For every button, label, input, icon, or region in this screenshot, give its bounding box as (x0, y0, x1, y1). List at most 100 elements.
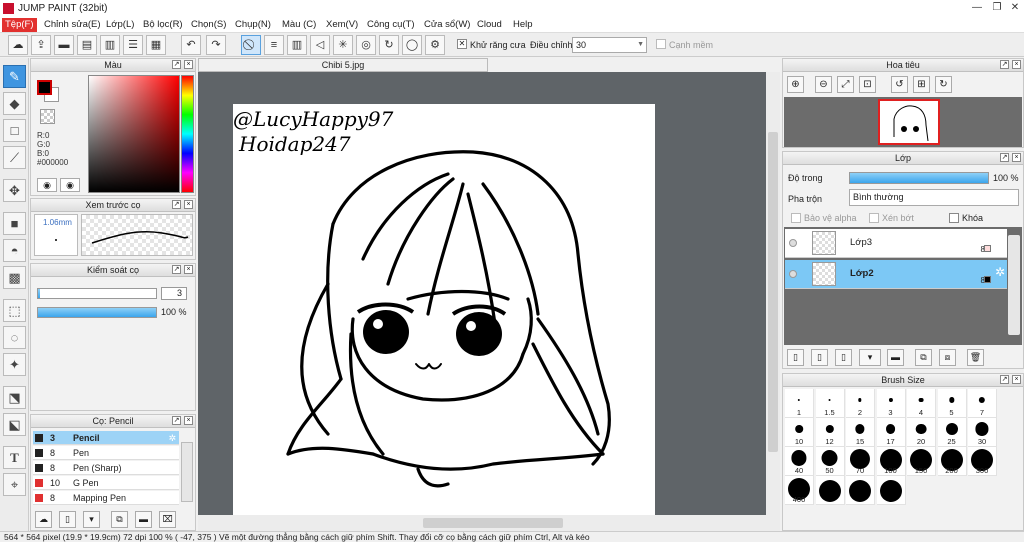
navigator-view[interactable] (784, 97, 1022, 147)
brush-size-cell[interactable]: 15 (846, 418, 875, 447)
document-icon[interactable]: ▥ (100, 35, 120, 55)
rotate-reset-icon[interactable]: ⊞ (913, 76, 930, 93)
brush-item[interactable]: 8 Pen (33, 446, 179, 460)
brush-size-cell[interactable]: 20 (907, 418, 936, 447)
menu-file[interactable]: Tệp(F) (2, 18, 37, 32)
share-icon[interactable]: ⇪ (31, 35, 51, 55)
brush-size-cell[interactable]: 3 (876, 389, 906, 418)
menu-edit[interactable]: Chỉnh sửa(E) (41, 18, 104, 32)
brush-copy-icon[interactable]: ⧉ (111, 511, 128, 528)
brush-size-cell[interactable]: 2 (846, 389, 875, 418)
brush-size-cell[interactable]: 17 (876, 418, 906, 447)
delete-layer-icon[interactable]: 🗑 (967, 349, 984, 366)
transparent-color-swatch[interactable] (40, 109, 55, 124)
undo-icon[interactable]: ↶ (181, 35, 201, 55)
brush-size-cell[interactable]: 1 (785, 389, 814, 418)
zoom-out-icon[interactable]: ⊖ (815, 76, 832, 93)
brush-size-cell[interactable]: 70 (846, 447, 875, 476)
brush-item[interactable]: 8 Mapping Pen (33, 491, 179, 505)
menu-select[interactable]: Chọn(S) (188, 18, 229, 32)
panel-popout-icon[interactable]: ↗ (1000, 375, 1009, 384)
new-layer-bw-icon[interactable]: ▯ (835, 349, 852, 366)
list-icon[interactable]: ☰ (123, 35, 143, 55)
brush-size-cell[interactable]: 150 (907, 447, 936, 476)
bucket-tool-icon[interactable]: ◓ (3, 239, 26, 262)
snap-cross-icon[interactable]: ▥ (287, 35, 307, 55)
brush-size-cell[interactable] (815, 476, 845, 505)
menu-layer[interactable]: Lớp(L) (103, 18, 137, 32)
text-tool-icon[interactable]: T (3, 446, 26, 469)
brush-new-icon[interactable]: ▯ (59, 511, 76, 528)
panel-close-icon[interactable]: × (184, 200, 193, 209)
maximize-icon[interactable]: ❐ (988, 1, 1006, 15)
brush-size-cell[interactable]: 100 (876, 447, 906, 476)
menu-tools[interactable]: Công cụ(T) (364, 18, 418, 32)
layer-item[interactable]: Lớp2 8 ✲ (785, 260, 1007, 289)
magic-wand-tool-icon[interactable]: ✦ (3, 353, 26, 376)
palette-icon[interactable]: ◉ (37, 178, 57, 192)
brush-size-cell[interactable]: 10 (785, 418, 814, 447)
panel-popout-icon[interactable]: ↗ (172, 416, 181, 425)
brush-size-cell[interactable]: 1.5 (815, 389, 845, 418)
brush-item[interactable]: 3 Pencil ✲ (33, 431, 179, 445)
brush-folder-icon[interactable]: ▬ (135, 511, 152, 528)
rotate-right-icon[interactable]: ↻ (935, 76, 952, 93)
palette-add-icon[interactable]: ◉ (60, 178, 80, 192)
menu-view[interactable]: Xem(V) (323, 18, 361, 32)
panel-close-icon[interactable]: × (1012, 375, 1021, 384)
protect-alpha-checkbox[interactable] (791, 213, 801, 223)
brush-size-cell[interactable]: 12 (815, 418, 845, 447)
menu-color[interactable]: Màu (C) (279, 18, 319, 32)
snap-circle-icon[interactable]: ◎ (356, 35, 376, 55)
saturation-value-picker[interactable] (88, 75, 180, 193)
layer-list-scrollbar[interactable] (1008, 235, 1020, 335)
snap-off-icon[interactable]: ⃠ (241, 35, 261, 55)
select-eraser-tool-icon[interactable]: ⬕ (3, 413, 26, 436)
select-pen-tool-icon[interactable]: ⬔ (3, 386, 26, 409)
brush-size-cell[interactable]: 25 (937, 418, 967, 447)
gear-icon[interactable]: ✲ (168, 431, 176, 445)
brush-opacity-slider[interactable] (37, 307, 157, 318)
redo-icon[interactable]: ↷ (206, 35, 226, 55)
main-color-swatch[interactable] (37, 80, 52, 95)
gallery-icon[interactable]: ▤ (77, 35, 97, 55)
snap-vanish-icon[interactable]: ◁ (310, 35, 330, 55)
snap-curve-icon[interactable]: ↻ (379, 35, 399, 55)
minimize-icon[interactable]: — (968, 1, 986, 15)
menu-cloud[interactable]: Cloud (474, 18, 505, 32)
new-layer-icon[interactable]: ▯ (787, 349, 804, 366)
menu-filter[interactable]: Bộ lọc(R) (140, 18, 186, 32)
comment-icon[interactable]: ▬ (54, 35, 74, 55)
gear-icon[interactable]: ✲ (995, 265, 1005, 279)
brush-size-cell[interactable]: 30 (968, 418, 997, 447)
cloud-icon[interactable]: ☁ (8, 35, 28, 55)
brush-item[interactable]: 8 Pen (Sharp) (33, 461, 179, 475)
snap-parallel-icon[interactable]: ≡ (264, 35, 284, 55)
move-tool-icon[interactable]: ✥ (3, 179, 26, 202)
lock-checkbox[interactable] (949, 213, 959, 223)
brush-size-value[interactable]: 3 (161, 287, 187, 300)
grid-icon[interactable]: ▦ (146, 35, 166, 55)
panel-close-icon[interactable]: × (1012, 60, 1021, 69)
panel-popout-icon[interactable]: ↗ (1000, 60, 1009, 69)
brush-size-cell[interactable]: 5 (937, 389, 967, 418)
fill-rect-tool-icon[interactable]: ■ (3, 212, 26, 235)
brush-size-cell[interactable]: 200 (937, 447, 967, 476)
correction-select[interactable]: 30 ▼ (572, 37, 647, 53)
document-tab[interactable]: Chibi 5.jpg (198, 58, 488, 72)
layer-item[interactable]: Lớp3 8 (785, 229, 1007, 258)
brush-item[interactable]: 10 G Pen (33, 476, 179, 490)
hue-slider[interactable] (181, 75, 194, 193)
panel-popout-icon[interactable]: ↗ (1000, 153, 1009, 162)
brush-size-cell[interactable]: 400 (785, 476, 814, 505)
eraser-tool-icon[interactable]: ◆ (3, 92, 26, 115)
panel-close-icon[interactable]: × (184, 416, 193, 425)
duplicate-layer-icon[interactable]: ⧉ (915, 349, 932, 366)
brush-delete-icon[interactable]: ⌧ (159, 511, 176, 528)
close-icon[interactable]: ✕ (1006, 1, 1024, 15)
eyedropper-tool-icon[interactable]: ⌖ (3, 473, 26, 496)
new-folder-icon[interactable]: ▬ (887, 349, 904, 366)
merge-layer-icon[interactable]: ⧈ (939, 349, 956, 366)
antialias-checkbox[interactable]: ✕ (457, 39, 467, 49)
panel-popout-icon[interactable]: ↗ (172, 265, 181, 274)
